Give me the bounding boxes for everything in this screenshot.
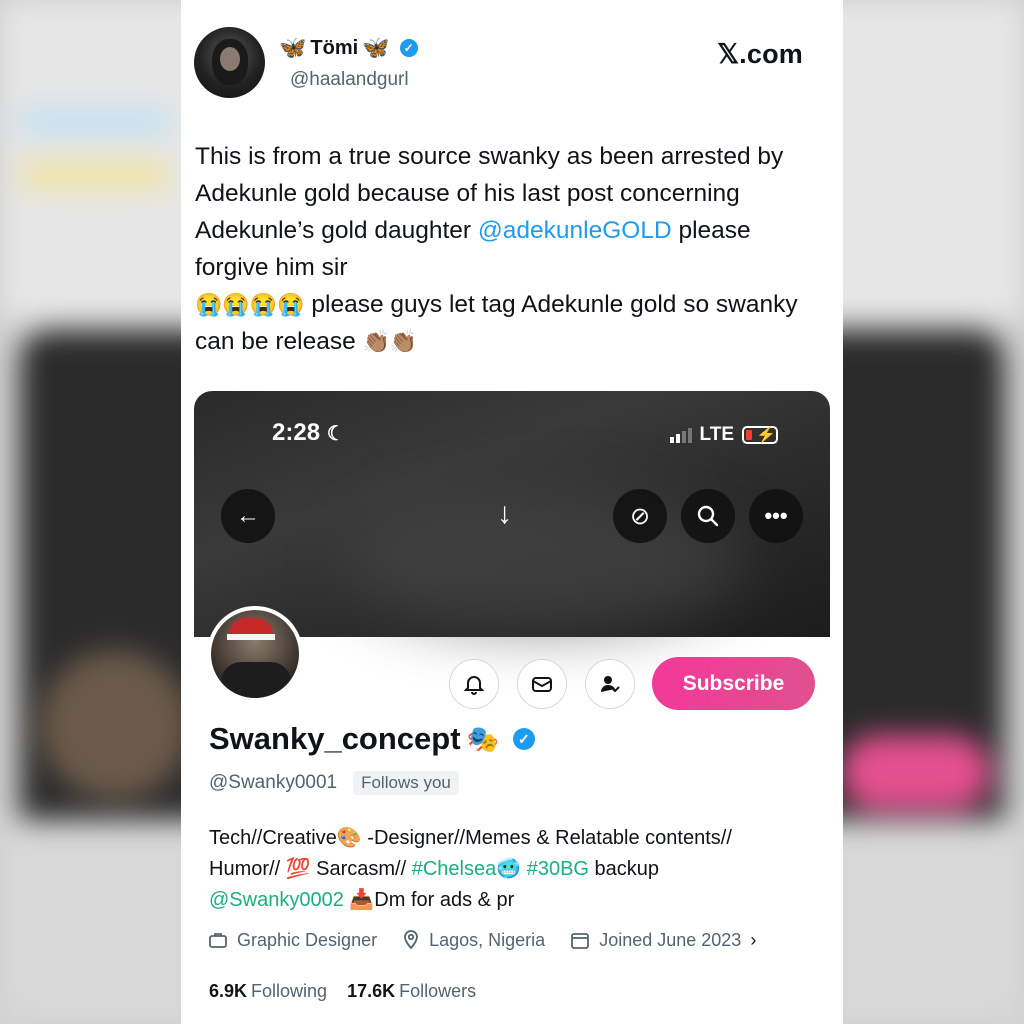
network-label: LTE — [699, 424, 734, 445]
chevron-right-icon: › — [750, 929, 757, 950]
post-card: 🦋 Tömi 🦋 ✓ @haalandgurl 𝕏.com This is fr… — [181, 0, 843, 1024]
calendar-icon — [571, 930, 594, 950]
grok-icon[interactable]: ⊘ — [613, 489, 667, 543]
post-text: This is from a true source swanky as bee… — [195, 138, 825, 360]
profile-handle-row: @Swanky0001 Follows you — [209, 771, 459, 795]
moon-icon: ☾ — [326, 423, 345, 445]
more-options-icon[interactable]: ••• — [749, 489, 803, 543]
status-bar-time: 2:28 ☾ — [272, 419, 345, 446]
profile-avatar[interactable] — [207, 606, 303, 702]
notification-bell-icon[interactable] — [449, 659, 499, 709]
author-name: Tömi — [310, 36, 359, 59]
profile-bio: Tech//Creative🎨 -Designer//Memes & Relat… — [209, 823, 819, 916]
embedded-profile-screenshot: 2:28 ☾ LTE ⚡ ← ↓ ⊘ ••• Subscribe Swanky_… — [194, 391, 830, 1024]
bio-line-2: Humor// 💯 Sarcasm// — [209, 858, 412, 880]
back-arrow-icon[interactable]: ← — [221, 489, 275, 543]
profile-meta: Graphic Designer Lagos, Nigeria Joined J… — [209, 929, 756, 951]
hashtag-30bg-link[interactable]: #30BG — [527, 858, 589, 880]
battery-icon: ⚡ — [742, 426, 778, 444]
site-logo: 𝕏.com — [717, 39, 803, 69]
status-bar-right: LTE ⚡ — [669, 424, 778, 446]
author-handle[interactable]: @haalandgurl — [290, 69, 409, 91]
location-item: Lagos, Nigeria — [403, 929, 545, 951]
profile-name: Swanky_concept — [209, 721, 461, 756]
theater-mask-icon: 🎭 — [466, 723, 499, 754]
verified-badge-icon: ✓ — [399, 39, 418, 57]
clap-emoji-icons: 👏🏽👏🏽 — [362, 329, 418, 354]
bio-line-1: Tech//Creative🎨 -Designer//Memes & Relat… — [209, 827, 732, 849]
post-mention-link[interactable]: @adekunleGOLD — [478, 217, 672, 244]
following-user-icon[interactable] — [585, 659, 635, 709]
author-avatar[interactable] — [194, 27, 265, 98]
post-header: 🦋 Tömi 🦋 ✓ @haalandgurl 𝕏.com — [194, 27, 830, 99]
followers-count-link[interactable]: 17.6K Followers — [347, 981, 476, 1002]
follows-you-badge: Follows you — [353, 771, 459, 795]
author-name-row[interactable]: 🦋 Tömi 🦋 ✓ — [279, 35, 418, 61]
subscribe-button[interactable]: Subscribe — [652, 657, 815, 710]
hashtag-chelsea-link[interactable]: #Chelsea — [412, 858, 497, 880]
message-envelope-icon[interactable] — [517, 659, 567, 709]
profile-banner: 2:28 ☾ LTE ⚡ ← ↓ ⊘ ••• — [194, 391, 830, 637]
search-icon[interactable] — [681, 489, 735, 543]
location-pin-icon — [403, 930, 424, 950]
butterfly-icon: 🦋 — [362, 35, 390, 60]
download-arrow-icon[interactable]: ↓ — [497, 497, 512, 531]
profile-handle: @Swanky0001 — [209, 772, 338, 793]
cold-face-emoji-icon: 🥶 — [496, 858, 522, 880]
signal-icon — [669, 427, 692, 443]
profile-name-row: Swanky_concept 🎭 ✓ — [209, 721, 535, 757]
job-item: Graphic Designer — [209, 930, 377, 951]
joined-item[interactable]: Joined June 2023 › — [571, 930, 756, 951]
bio-mention-link[interactable]: @Swanky0002 — [209, 889, 344, 911]
crying-emoji-icons: 😭😭😭😭 — [195, 292, 305, 317]
butterfly-icon: 🦋 — [279, 35, 307, 60]
following-count-link[interactable]: 6.9K Following — [209, 981, 327, 1002]
briefcase-icon — [209, 930, 232, 950]
bio-backup-text: backup — [588, 858, 660, 880]
profile-counts: 6.9K Following 17.6K Followers — [209, 981, 476, 1002]
verified-badge-icon[interactable]: ✓ — [512, 728, 535, 750]
bio-line-3: 📥Dm for ads & pr — [343, 889, 515, 911]
